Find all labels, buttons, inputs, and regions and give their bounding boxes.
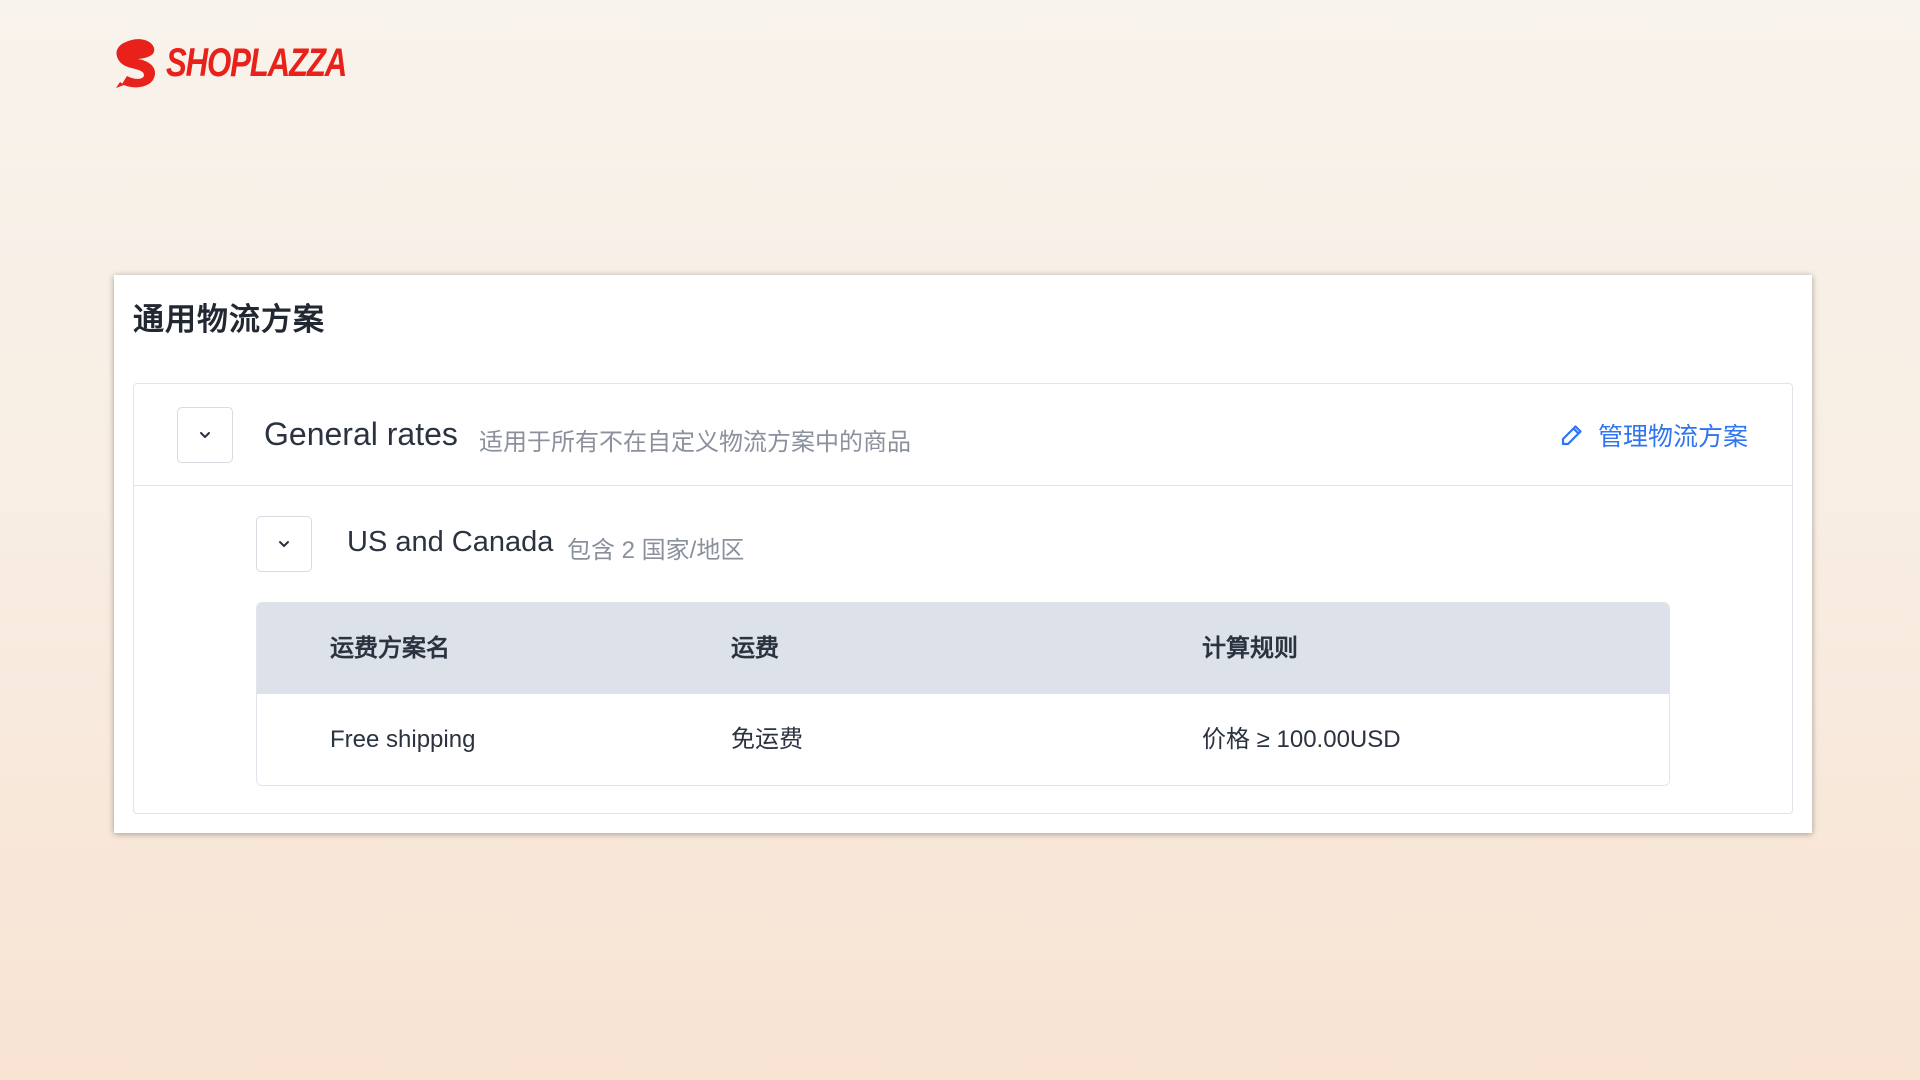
general-shipping-card: 通用物流方案 General rates 适用于所有不在自定义物流方案中的商品 … (114, 275, 1812, 833)
chevron-down-icon (279, 541, 289, 547)
general-rates-title: General rates (264, 416, 458, 452)
rate-value-cell: 免运费 (731, 726, 803, 753)
general-rates-description: 适用于所有不在自定义物流方案中的商品 (479, 429, 911, 456)
manage-shipping-plan-link[interactable]: 管理物流方案 (1560, 417, 1748, 453)
rate-rule-cell: 价格 ≥ 100.00USD (1202, 726, 1401, 753)
column-header-rate-name: 运费方案名 (330, 635, 450, 662)
general-rates-header: General rates 适用于所有不在自定义物流方案中的商品 管理物流方案 (134, 384, 1792, 486)
manage-shipping-plan-label: 管理物流方案 (1597, 423, 1748, 451)
zone-title: US and Canada (347, 526, 554, 558)
shipping-rates-table: 运费方案名 运费 计算规则 Free shipping 免运费 价格 ≥ 100… (256, 602, 1670, 786)
zone-description: 包含 2 国家/地区 (567, 537, 745, 564)
column-header-rule: 计算规则 (1202, 635, 1298, 662)
shoplazza-logo: SHOPLAZZA (116, 38, 397, 88)
pencil-icon (1561, 425, 1582, 446)
chevron-down-icon (200, 432, 210, 438)
us-canada-toggle-button[interactable] (256, 516, 312, 572)
shoplazza-logo-mark-icon (116, 39, 156, 88)
brand-name: SHOPLAZZA (166, 41, 347, 85)
general-rates-toggle-button[interactable] (177, 407, 233, 463)
rate-name-cell: Free shipping (330, 726, 476, 753)
table-header-row: 运费方案名 运费 计算规则 (257, 603, 1669, 694)
column-header-rate: 运费 (731, 635, 779, 662)
card-title: 通用物流方案 (133, 302, 325, 337)
table-row: Free shipping 免运费 价格 ≥ 100.00USD (257, 694, 1669, 785)
general-rates-panel: General rates 适用于所有不在自定义物流方案中的商品 管理物流方案 … (133, 383, 1793, 814)
